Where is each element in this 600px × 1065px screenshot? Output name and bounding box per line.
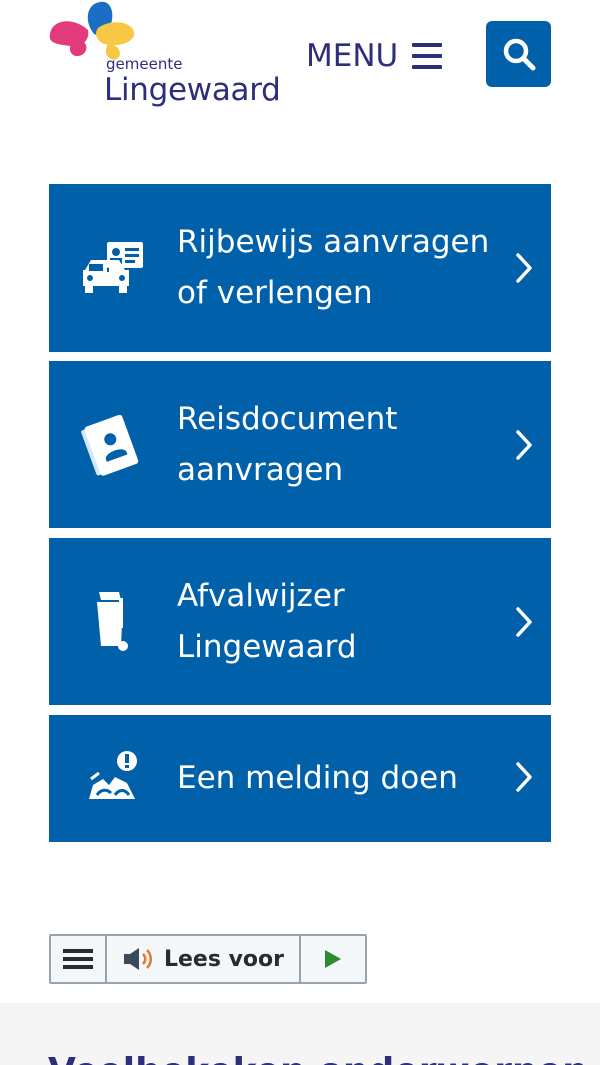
chevron-right-icon	[516, 607, 532, 637]
chevron-right-icon	[516, 253, 532, 283]
logo-title: Lingewaard	[104, 72, 281, 108]
butterfly-logo-icon	[49, 1, 135, 60]
logo-subtitle: gemeente	[106, 55, 183, 73]
speaker-icon	[123, 948, 152, 970]
tile-label-line1: Rijbewijs aanvragen	[177, 224, 490, 260]
menu-button[interactable]: MENU	[306, 34, 443, 78]
read-aloud-bar: Lees voor	[49, 934, 367, 984]
menu-lines-icon	[63, 949, 93, 969]
tile-afvalwijzer[interactable]: Afvalwijzer Lingewaard	[49, 538, 551, 705]
tile-label: Afvalwijzer Lingewaard	[177, 571, 507, 673]
play-icon	[325, 950, 341, 968]
tile-rijbewijs[interactable]: Rijbewijs aanvragen of verlengen	[49, 184, 551, 352]
chevron-right-icon	[516, 430, 532, 460]
menu-label: MENU	[306, 38, 399, 74]
tile-label: Reisdocument aanvragen	[177, 394, 507, 496]
chevron-right-icon	[516, 762, 532, 792]
read-aloud-button[interactable]: Lees voor	[107, 936, 301, 982]
tile-label: Rijbewijs aanvragen of verlengen	[177, 217, 507, 319]
popular-topics-section: Veelbekeken onderwerpen	[0, 1003, 600, 1065]
municipality-logo[interactable]: gemeente Lingewaard	[48, 0, 288, 112]
driving-license-car-icon	[83, 242, 143, 293]
section-heading: Veelbekeken onderwerpen	[48, 1051, 588, 1065]
tile-label: Een melding doen	[177, 753, 507, 804]
tile-label-line1: Een melding doen	[177, 760, 458, 796]
tile-melding[interactable]: Een melding doen	[49, 715, 551, 842]
waste-bin-icon	[97, 592, 128, 651]
tile-label-line1: Afvalwijzer	[177, 578, 345, 614]
hamburger-icon	[412, 43, 443, 69]
read-aloud-label: Lees voor	[163, 946, 285, 972]
tile-label-line1: Reisdocument	[177, 401, 398, 437]
tile-label-line2: aanvragen	[177, 452, 344, 488]
play-button[interactable]	[301, 936, 365, 982]
passport-icon	[81, 414, 139, 476]
tile-label-line2: Lingewaard	[177, 629, 357, 665]
search-button[interactable]	[486, 21, 551, 87]
tile-reisdocument[interactable]: Reisdocument aanvragen	[49, 361, 551, 528]
read-aloud-menu-button[interactable]	[51, 936, 107, 982]
tile-label-line2: of verlengen	[177, 275, 373, 311]
site-header: gemeente Lingewaard MENU	[0, 0, 600, 130]
search-icon	[503, 38, 535, 71]
report-issue-icon	[89, 751, 137, 799]
